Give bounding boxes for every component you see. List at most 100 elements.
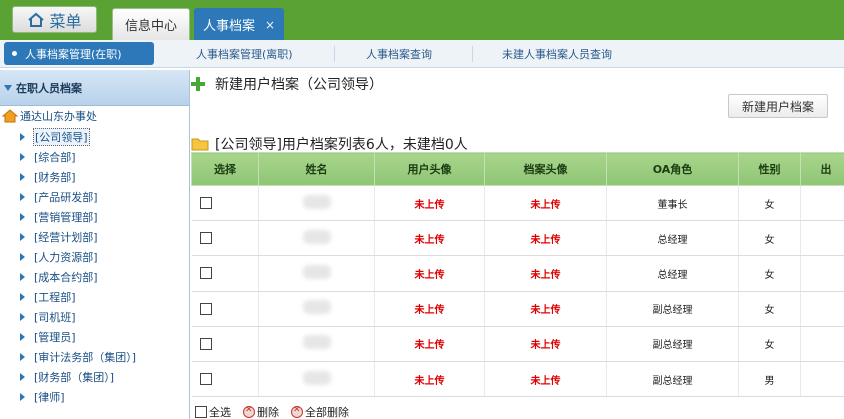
arrow-icon bbox=[20, 353, 25, 361]
tree-item[interactable]: [营销管理部] bbox=[20, 208, 99, 226]
extra-cell bbox=[800, 185, 844, 222]
tree-item-label: [营销管理部] bbox=[34, 211, 98, 224]
subnav-item-query[interactable]: 人事档案查询 bbox=[366, 42, 432, 65]
collapse-icon bbox=[4, 84, 12, 91]
table-row: 未上传 未上传 总经理 女 bbox=[191, 255, 844, 292]
column-header: 选择 bbox=[191, 152, 259, 186]
top-bar: 菜单 信息中心 人事档案 × bbox=[0, 0, 844, 40]
subnav-label: 人事档案管理(离职) bbox=[196, 47, 293, 61]
select-all-checkbox[interactable] bbox=[195, 406, 207, 418]
column-header: 档案头像 bbox=[484, 152, 607, 186]
gender-cell: 女 bbox=[738, 255, 801, 292]
user-avatar-cell: 未上传 bbox=[374, 326, 485, 362]
tree-item-label: [综合部] bbox=[34, 151, 76, 164]
gender-cell: 女 bbox=[738, 220, 801, 257]
gender-cell: 女 bbox=[738, 291, 801, 327]
table-row: 未上传 未上传 总经理 女 bbox=[191, 220, 844, 257]
gender-cell: 女 bbox=[738, 185, 801, 222]
subnav-label: 人事档案查询 bbox=[366, 47, 432, 61]
arrow-icon bbox=[20, 373, 25, 381]
row-checkbox[interactable] bbox=[199, 197, 212, 210]
extra-cell bbox=[800, 361, 844, 398]
extra-cell bbox=[800, 255, 844, 292]
tree-item-company-leaders[interactable]: [公司领导] bbox=[20, 128, 90, 146]
home-icon bbox=[2, 109, 18, 123]
row-checkbox[interactable] bbox=[199, 373, 212, 386]
row-checkbox[interactable] bbox=[199, 232, 212, 245]
tree-item[interactable]: [审计法务部（集团）] bbox=[20, 348, 137, 366]
tree-item[interactable]: [经营计划部] bbox=[20, 228, 99, 246]
arrow-icon bbox=[20, 233, 25, 241]
tree-root[interactable]: 通达山东办事处 bbox=[2, 108, 97, 124]
tree-item-label: [工程部] bbox=[34, 291, 76, 304]
menu-button[interactable]: 菜单 bbox=[12, 6, 97, 33]
file-avatar-cell: 未上传 bbox=[484, 326, 607, 362]
row-checkbox[interactable] bbox=[199, 267, 212, 280]
delete-button[interactable]: 删除 bbox=[243, 404, 279, 419]
tree-item[interactable]: [财务部（集团）] bbox=[20, 368, 115, 386]
arrow-icon bbox=[20, 213, 25, 221]
arrow-icon bbox=[20, 393, 25, 401]
file-avatar-cell: 未上传 bbox=[484, 220, 607, 257]
tree-item-label: [审计法务部（集团）] bbox=[34, 351, 137, 364]
tab-personnel-files[interactable]: 人事档案 × bbox=[194, 8, 284, 40]
tree-item[interactable]: [综合部] bbox=[20, 148, 77, 166]
new-user-file-button[interactable]: 新建用户档案 bbox=[728, 94, 828, 118]
table-row: 未上传 未上传 副总经理 女 bbox=[191, 291, 844, 327]
tree-item[interactable]: [管理员] bbox=[20, 328, 77, 346]
page-title: 新建用户档案（公司领导） bbox=[215, 77, 383, 93]
subnav-label: 未建人事档案人员查询 bbox=[502, 47, 612, 61]
name-cell[interactable] bbox=[302, 264, 331, 279]
name-cell[interactable] bbox=[302, 370, 331, 385]
tree-item[interactable]: [成本合约部] bbox=[20, 268, 99, 286]
user-avatar-cell: 未上传 bbox=[374, 220, 485, 257]
tab-label: 人事档案 bbox=[202, 19, 255, 34]
tree-item-label: [成本合约部] bbox=[34, 271, 98, 284]
row-checkbox[interactable] bbox=[199, 302, 212, 315]
name-cell[interactable] bbox=[302, 194, 331, 209]
sidebar-header[interactable]: 在职人员档案 bbox=[0, 70, 189, 106]
subnav-item-active-staff[interactable]: 人事档案管理(在职) bbox=[4, 42, 154, 65]
main-content: 新建用户档案（公司领导） 新建用户档案 [公司领导]用户档案列表6人，未建档0人… bbox=[191, 70, 844, 419]
tree-item[interactable]: [财务部] bbox=[20, 168, 77, 186]
row-checkbox[interactable] bbox=[199, 337, 212, 350]
page-title-row: 新建用户档案（公司领导） bbox=[191, 74, 383, 94]
delete-all-button[interactable]: 全部删除 bbox=[291, 404, 349, 419]
arrow-icon bbox=[20, 133, 25, 141]
tree-item[interactable]: [人力资源部] bbox=[20, 248, 99, 266]
tree-item-label: [财务部（集团）] bbox=[34, 371, 115, 384]
column-header: 用户头像 bbox=[374, 152, 485, 186]
arrow-icon bbox=[20, 313, 25, 321]
oa-role-cell: 副总经理 bbox=[606, 326, 739, 362]
divider bbox=[334, 46, 335, 62]
tab-info-center[interactable]: 信息中心 bbox=[112, 8, 190, 40]
arrow-icon bbox=[20, 193, 25, 201]
bullet-icon bbox=[12, 51, 17, 56]
name-cell[interactable] bbox=[302, 335, 331, 350]
home-icon bbox=[28, 12, 45, 27]
close-icon[interactable]: × bbox=[265, 18, 275, 32]
subnav-item-resigned-staff[interactable]: 人事档案管理(离职) bbox=[196, 42, 293, 65]
list-title: [公司领导]用户档案列表6人，未建档0人 bbox=[215, 137, 468, 153]
table-footer: 全选 删除 全部删除 bbox=[195, 404, 361, 419]
file-avatar-cell: 未上传 bbox=[484, 361, 607, 398]
tree-item[interactable]: [司机班] bbox=[20, 308, 77, 326]
delete-icon bbox=[243, 405, 255, 418]
column-header: 性别 bbox=[738, 152, 801, 186]
tree-item[interactable]: [律师] bbox=[20, 388, 66, 406]
arrow-icon bbox=[20, 253, 25, 261]
tree-item-label: [产品研发部] bbox=[34, 191, 98, 204]
arrow-icon bbox=[20, 273, 25, 281]
name-cell[interactable] bbox=[302, 229, 331, 244]
tree-item-label: [人力资源部] bbox=[34, 251, 98, 264]
tree-item[interactable]: [产品研发部] bbox=[20, 188, 99, 206]
oa-role-cell: 总经理 bbox=[606, 255, 739, 292]
arrow-icon bbox=[20, 153, 25, 161]
select-all-control[interactable]: 全选 bbox=[195, 404, 231, 419]
subnav-item-unfiled-query[interactable]: 未建人事档案人员查询 bbox=[502, 42, 612, 65]
user-avatar-cell: 未上传 bbox=[374, 255, 485, 292]
name-cell[interactable] bbox=[302, 300, 331, 315]
tree-item[interactable]: [工程部] bbox=[20, 288, 77, 306]
table-row: 未上传 未上传 董事长 女 bbox=[191, 185, 844, 222]
file-avatar-cell: 未上传 bbox=[484, 291, 607, 327]
